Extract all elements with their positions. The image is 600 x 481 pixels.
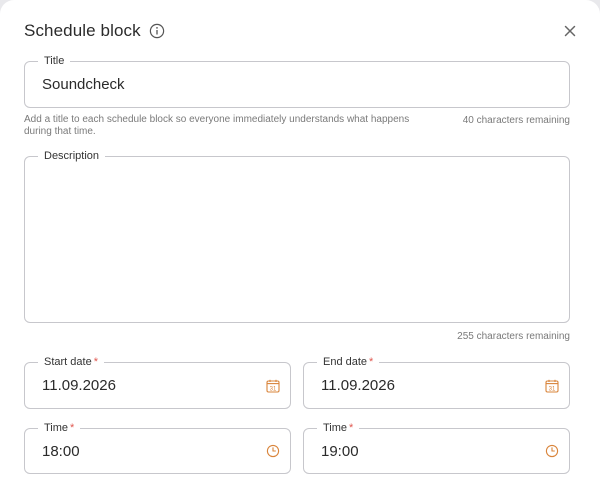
description-field[interactable]: Description <box>24 149 570 323</box>
title-field[interactable]: Title Soundcheck <box>24 54 570 108</box>
clock-icon[interactable] <box>266 444 280 458</box>
close-icon <box>564 25 576 37</box>
svg-text:31: 31 <box>549 386 556 392</box>
end-time-field[interactable]: Time * 19:00 <box>303 421 570 474</box>
title-character-counter: 40 characters remaining <box>462 115 570 126</box>
description-field-label: Description <box>38 149 106 163</box>
dialog-header: Schedule block <box>24 19 580 43</box>
start-time-input[interactable]: 18:00 <box>42 429 80 473</box>
end-time-input[interactable]: 19:00 <box>321 429 359 473</box>
svg-text:31: 31 <box>270 386 277 392</box>
calendar-icon[interactable]: 31 <box>266 379 280 393</box>
clock-icon[interactable] <box>545 444 559 458</box>
end-date-field[interactable]: End date * 11.09.2026 31 <box>303 355 570 409</box>
title-helper-text: Add a title to each schedule block so ev… <box>24 114 410 137</box>
title-input[interactable]: Soundcheck <box>42 62 125 107</box>
description-character-counter: 255 characters remaining <box>457 331 570 342</box>
dialog-title: Schedule block <box>24 21 141 40</box>
start-date-input[interactable]: 11.09.2026 <box>42 363 116 408</box>
schedule-block-dialog: Schedule block Title Soundcheck Add a ti… <box>0 0 600 481</box>
start-time-field[interactable]: Time * 18:00 <box>24 421 291 474</box>
start-date-field[interactable]: Start date * 11.09.2026 31 <box>24 355 291 409</box>
end-date-input[interactable]: 11.09.2026 <box>321 363 395 408</box>
close-button[interactable] <box>560 21 580 41</box>
calendar-icon[interactable]: 31 <box>545 379 559 393</box>
info-icon[interactable] <box>149 23 165 39</box>
